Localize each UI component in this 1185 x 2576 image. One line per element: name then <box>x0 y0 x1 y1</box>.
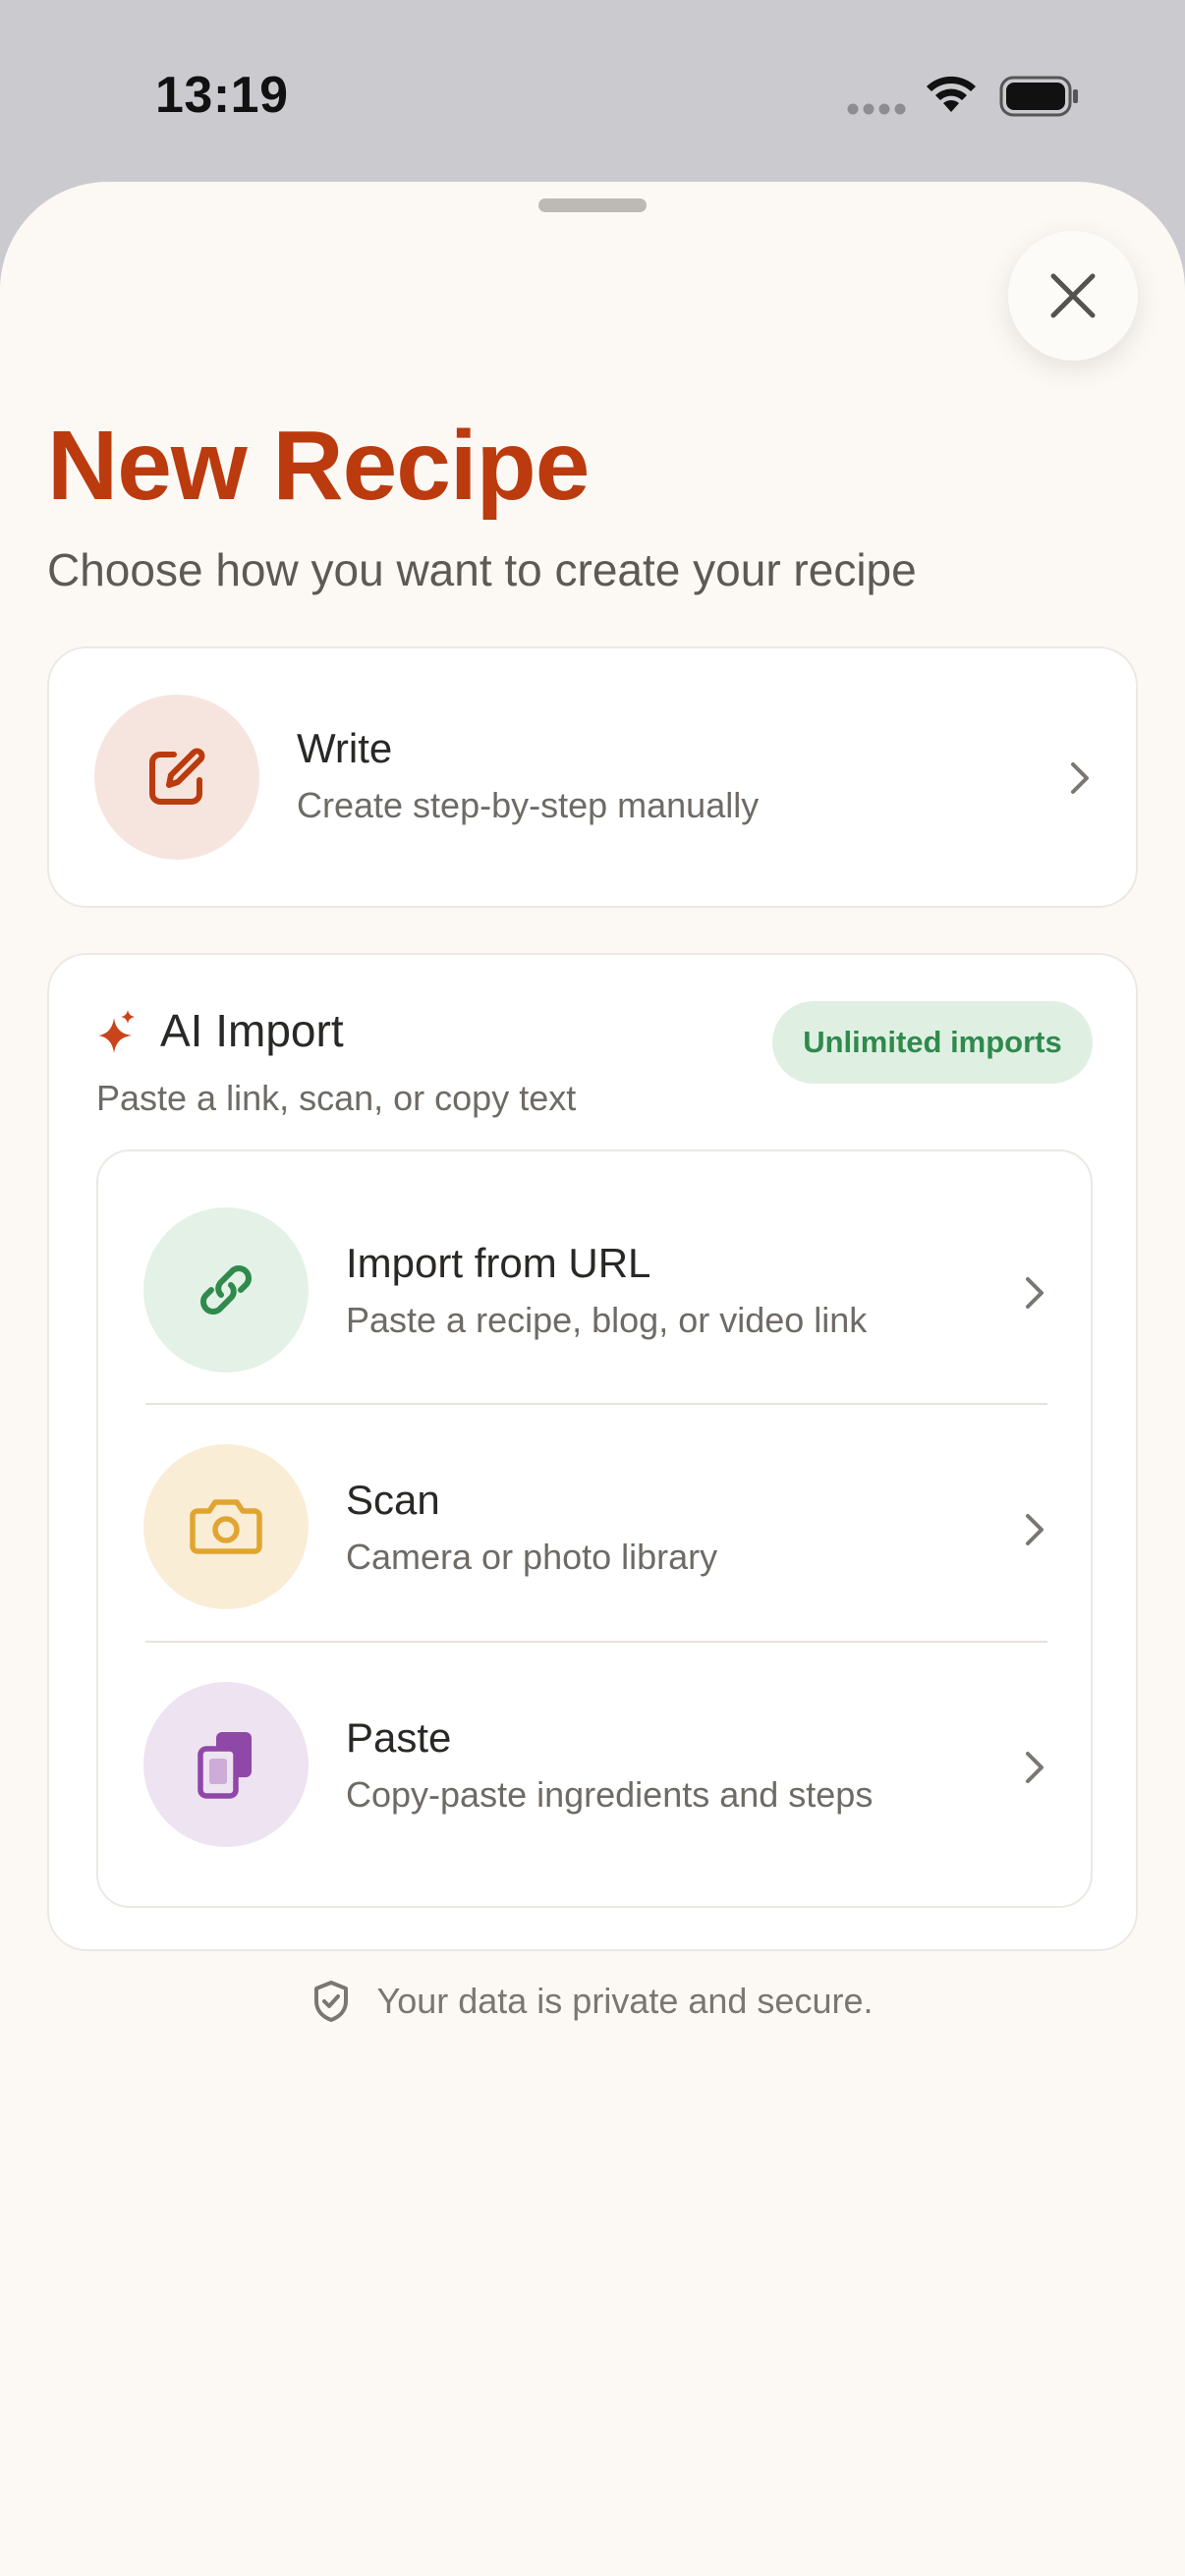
unlimited-imports-badge: Unlimited imports <box>772 1001 1093 1084</box>
link-icon <box>200 1265 252 1315</box>
page-subtitle: Choose how you want to create your recip… <box>47 544 917 595</box>
chevron-right-icon <box>1071 762 1089 794</box>
signal-dots-icon <box>847 103 906 115</box>
page-title: New Recipe <box>47 411 590 521</box>
ai-import-subtitle: Paste a link, scan, or copy text <box>96 1078 577 1118</box>
write-icon-circle <box>94 695 259 860</box>
scan-title: Scan <box>346 1477 440 1523</box>
ai-import-card: AI Import Paste a link, scan, or copy te… <box>47 953 1138 1951</box>
import-url-subtitle: Paste a recipe, blog, or video link <box>346 1300 868 1340</box>
close-icon <box>1050 273 1096 318</box>
scan-option[interactable]: Scan Camera or photo library <box>98 1405 1091 1641</box>
status-bar: 13:19 <box>0 0 1185 182</box>
scan-icon-circle <box>143 1444 309 1609</box>
scan-subtitle: Camera or photo library <box>346 1537 718 1577</box>
sheet-grabber[interactable] <box>538 198 647 212</box>
import-url-option[interactable]: Import from URL Paste a recipe, blog, or… <box>98 1151 1091 1403</box>
status-time: 13:19 <box>155 67 289 124</box>
write-title: Write <box>297 725 393 771</box>
sparkles-icon <box>98 1010 135 1053</box>
chevron-right-icon <box>1026 1514 1044 1545</box>
url-icon-circle <box>143 1207 309 1372</box>
clipboard-icon <box>198 1732 252 1799</box>
write-option-card[interactable]: Write Create step-by-step manually <box>47 646 1138 908</box>
shield-check-icon <box>313 1981 348 2022</box>
camera-icon <box>190 1499 262 1554</box>
write-subtitle: Create step-by-step manually <box>297 785 760 825</box>
privacy-text: Your data is private and secure. <box>376 1981 874 2021</box>
chevron-right-icon <box>1026 1277 1044 1309</box>
import-url-title: Import from URL <box>346 1240 651 1286</box>
new-recipe-sheet: New Recipe Choose how you want to create… <box>0 182 1185 2576</box>
paste-icon-circle <box>143 1682 309 1847</box>
edit-icon <box>149 748 205 805</box>
paste-title: Paste <box>346 1714 452 1761</box>
import-options-list: Import from URL Paste a recipe, blog, or… <box>96 1149 1093 1908</box>
close-button[interactable] <box>1008 231 1138 361</box>
ai-import-title: AI Import <box>160 1005 344 1056</box>
wifi-icon <box>927 76 976 112</box>
paste-subtitle: Copy-paste ingredients and steps <box>346 1774 874 1815</box>
paste-option[interactable]: Paste Copy-paste ingredients and steps <box>98 1643 1091 1906</box>
chevron-right-icon <box>1026 1752 1044 1783</box>
privacy-note: Your data is private and secure. <box>0 1980 1185 2023</box>
battery-icon <box>999 76 1078 117</box>
